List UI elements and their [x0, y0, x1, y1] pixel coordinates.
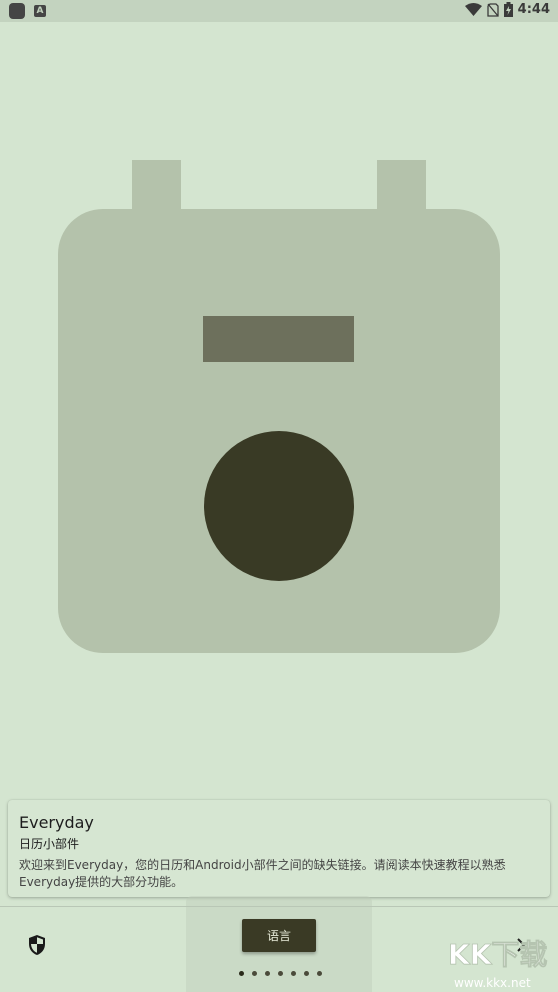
calendar-circle	[204, 431, 354, 581]
watermark-logo: KK下载 www.kkx.net	[448, 938, 548, 990]
intro-card: Everyday 日历小部件 欢迎来到Everyday，您的日历和Android…	[8, 800, 550, 897]
calendar-bar	[203, 316, 354, 362]
bottom-divider	[0, 906, 558, 907]
shield-icon[interactable]	[25, 933, 49, 957]
page-indicator	[239, 971, 322, 976]
page-dot-5	[291, 971, 296, 976]
card-subtitle: 日历小部件	[19, 837, 80, 851]
page-dot-2	[252, 971, 257, 976]
page-dot-6	[304, 971, 309, 976]
card-body: 欢迎来到Everyday，您的日历和Android小部件之间的缺失链接。请阅读本…	[19, 858, 506, 889]
page-dot-1	[239, 971, 244, 976]
page-dot-3	[265, 971, 270, 976]
language-button[interactable]: 语言	[242, 919, 316, 952]
calendar-illustration	[58, 160, 500, 653]
watermark-url: www.kkx.net	[454, 976, 531, 990]
watermark-kk: KK下载	[448, 938, 547, 971]
page-dot-7	[317, 971, 322, 976]
page-dot-4	[278, 971, 283, 976]
card-title: Everyday	[19, 813, 94, 832]
